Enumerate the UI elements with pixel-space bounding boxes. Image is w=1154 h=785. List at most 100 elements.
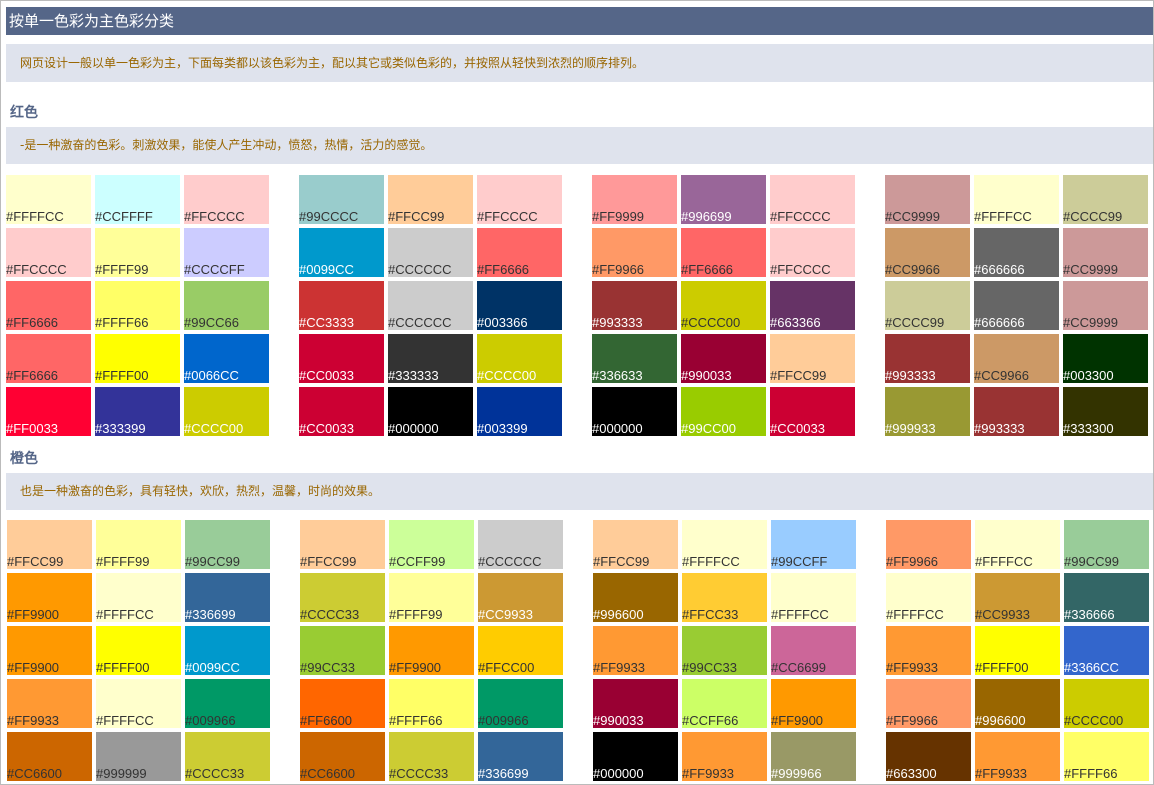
color-swatch: #FFFF99 xyxy=(389,573,474,622)
color-swatch: #993333 xyxy=(592,281,677,330)
color-swatch: #FFFF66 xyxy=(95,281,180,330)
color-swatch: #CC9999 xyxy=(1063,281,1148,330)
color-swatch: #FFFFCC xyxy=(886,573,971,622)
swatch-hex-label: #009966 xyxy=(185,713,236,728)
swatch-hex-label: #FF6666 xyxy=(6,368,59,383)
color-swatch: #FFCC99 xyxy=(300,520,385,569)
color-swatch: #CCCCCC xyxy=(388,228,473,277)
color-swatch: #336633 xyxy=(592,334,677,383)
color-swatch: #FFFF66 xyxy=(389,679,474,728)
color-swatch: #FFFFCC xyxy=(975,520,1060,569)
swatch-hex-label: #003366 xyxy=(477,315,528,330)
swatch-hex-label: #FFFF66 xyxy=(389,713,443,728)
swatch-hex-label: #FF9900 xyxy=(389,660,442,675)
swatch-hex-label: #CCCCCC xyxy=(388,315,452,330)
swatch-hex-label: #CC0033 xyxy=(770,421,825,436)
color-swatch: #CCFF66 xyxy=(682,679,767,728)
swatch-hex-label: #FFCC99 xyxy=(7,554,64,569)
swatch-hex-label: #FF6666 xyxy=(6,315,59,330)
swatch-hex-label: #FFFFCC xyxy=(974,209,1032,224)
section-heading-orange: 橙色 xyxy=(10,451,38,467)
swatch-hex-label: #FFCCCC xyxy=(770,262,831,277)
color-swatch: #99CC33 xyxy=(682,626,767,675)
swatch-hex-label: #CC6600 xyxy=(7,766,62,781)
swatch-hex-label: #666666 xyxy=(974,315,1025,330)
color-swatch: #CC9999 xyxy=(1063,228,1148,277)
swatch-hex-label: #CCCCFF xyxy=(184,262,245,277)
color-swatch: #FF6666 xyxy=(477,228,562,277)
color-swatch: #99CCFF xyxy=(771,520,856,569)
color-swatch: #FFFF99 xyxy=(96,520,181,569)
swatch-hex-label: #CCCC33 xyxy=(185,766,245,781)
color-swatch: #FF9999 xyxy=(592,175,677,224)
color-swatch: #FFFFCC xyxy=(6,175,91,224)
swatch-hex-label: #FFFF00 xyxy=(96,660,150,675)
swatch-hex-label: #CC9966 xyxy=(885,262,940,277)
swatch-hex-label: #99CC00 xyxy=(681,421,736,436)
swatch-hex-label: #FF9933 xyxy=(7,713,60,728)
swatch-hex-label: #FFFF66 xyxy=(1064,766,1118,781)
color-swatch: #FFCCCC xyxy=(477,175,562,224)
swatch-hex-label: #FF9900 xyxy=(7,660,60,675)
color-swatch: #FF6600 xyxy=(300,679,385,728)
color-swatch: #FF0033 xyxy=(6,387,91,436)
swatch-hex-label: #CCCC99 xyxy=(1063,209,1123,224)
swatch-hex-label: #99CCFF xyxy=(771,554,828,569)
swatch-hex-label: #990033 xyxy=(681,368,732,383)
color-swatch: #CC9933 xyxy=(478,573,563,622)
color-swatch: #999933 xyxy=(885,387,970,436)
swatch-hex-label: #FF6666 xyxy=(681,262,734,277)
swatch-hex-label: #FFCCCC xyxy=(6,262,67,277)
color-swatch: #0099CC xyxy=(185,626,270,675)
color-swatch: #999966 xyxy=(771,732,856,781)
color-swatch: #FFCCCC xyxy=(770,175,855,224)
swatch-hex-label: #336666 xyxy=(1064,607,1115,622)
swatch-hex-label: #FFFFCC xyxy=(771,607,829,622)
color-swatch: #666666 xyxy=(974,228,1059,277)
swatch-hex-label: #0099CC xyxy=(299,262,354,277)
color-swatch: #333399 xyxy=(95,387,180,436)
color-swatch: #993333 xyxy=(974,387,1059,436)
color-swatch: #99CC99 xyxy=(185,520,270,569)
color-swatch: #CCFF99 xyxy=(389,520,474,569)
color-swatch: #FF9900 xyxy=(389,626,474,675)
color-swatch: #CC6699 xyxy=(771,626,856,675)
color-swatch: #FFCC33 xyxy=(682,573,767,622)
color-swatch: #000000 xyxy=(388,387,473,436)
color-swatch: #FF6666 xyxy=(6,334,91,383)
color-swatch: #FFCC99 xyxy=(7,520,92,569)
color-swatch: #99CC66 xyxy=(184,281,269,330)
swatch-hex-label: #333399 xyxy=(95,421,146,436)
color-swatch: #666666 xyxy=(974,281,1059,330)
color-swatch: #FFFFCC xyxy=(96,573,181,622)
color-swatch: #336666 xyxy=(1064,573,1149,622)
color-swatch: #996600 xyxy=(593,573,678,622)
swatch-hex-label: #FF9900 xyxy=(7,607,60,622)
color-swatch: #CC0033 xyxy=(299,334,384,383)
swatch-hex-label: #CCFFFF xyxy=(95,209,153,224)
color-swatch: #009966 xyxy=(185,679,270,728)
swatch-hex-label: #996600 xyxy=(593,607,644,622)
swatch-hex-label: #FFFFCC xyxy=(886,607,944,622)
swatch-hex-label: #FF6600 xyxy=(300,713,353,728)
swatch-hex-label: #CC9966 xyxy=(974,368,1029,383)
color-swatch: #003300 xyxy=(1063,334,1148,383)
color-swatch: #000000 xyxy=(593,732,678,781)
swatch-hex-label: #99CCCC xyxy=(299,209,359,224)
swatch-hex-label: #FFFFCC xyxy=(975,554,1033,569)
color-swatch: #663300 xyxy=(886,732,971,781)
swatch-hex-label: #3366CC xyxy=(1064,660,1119,675)
page-title: 按单一色彩为主色彩分类 xyxy=(6,7,1153,35)
swatch-hex-label: #CC0033 xyxy=(299,421,354,436)
swatch-hex-label: #FFCCCC xyxy=(770,209,831,224)
swatch-hex-label: #CC9999 xyxy=(1063,262,1118,277)
color-swatch: #003399 xyxy=(477,387,562,436)
swatch-hex-label: #FFFFCC xyxy=(682,554,740,569)
color-swatch: #CCFFFF xyxy=(95,175,180,224)
color-swatch: #CC6600 xyxy=(300,732,385,781)
swatch-hex-label: #FF6666 xyxy=(477,262,530,277)
swatch-hex-label: #0066CC xyxy=(184,368,239,383)
color-swatch: #CCCCCC xyxy=(478,520,563,569)
color-swatch: #CCCC33 xyxy=(300,573,385,622)
swatch-hex-label: #CCCC99 xyxy=(885,315,945,330)
